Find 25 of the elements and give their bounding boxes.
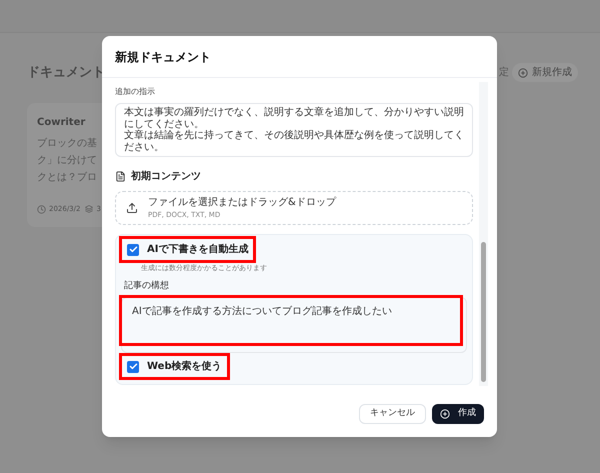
concept-field[interactable]: AIで記事を作成する方法についてブログ記事を作成したい: [121, 297, 467, 353]
dialog-title: 新規ドキュメント: [115, 48, 211, 66]
checkbox[interactable]: [127, 244, 139, 256]
instructions-field[interactable]: 本文は事実の羅列だけでなく、説明する文章を追加して、分かりやすい説明にしてください。 文章は結論を先に持ってきて、その後説明や具体歴な例を使って説明してください。: [115, 103, 473, 157]
dropzone-text: ファイルを選択またはドラッグ&ドロップ: [148, 196, 336, 210]
card-excerpt-line: ブロックの基: [37, 136, 97, 150]
plus-icon: [518, 68, 528, 78]
create-button[interactable]: 作成: [432, 404, 484, 424]
checkbox-label: Web検索を使う: [147, 360, 222, 374]
clock-icon: [37, 204, 46, 214]
card-excerpt-line: クとは？ブロ: [37, 170, 97, 184]
card-title: Cowriter: [37, 116, 86, 130]
field-label: 記事の構想: [124, 280, 170, 292]
page-title: ドキュメント: [27, 64, 105, 82]
field-label: 追加の指示: [115, 86, 156, 98]
scrollbar[interactable]: [479, 82, 488, 386]
section-heading: 初期コンテンツ: [131, 169, 201, 184]
checkbox[interactable]: [127, 360, 139, 372]
layers-icon: [85, 205, 94, 214]
upload-icon: [126, 202, 138, 214]
file-icon: [115, 171, 126, 182]
checkbox-label: AIで下書きを自動生成: [147, 242, 248, 257]
cancel-button[interactable]: キャンセル: [359, 404, 426, 424]
card-excerpt-line: ク」に分けて: [37, 154, 97, 168]
plus-icon: [440, 408, 450, 418]
